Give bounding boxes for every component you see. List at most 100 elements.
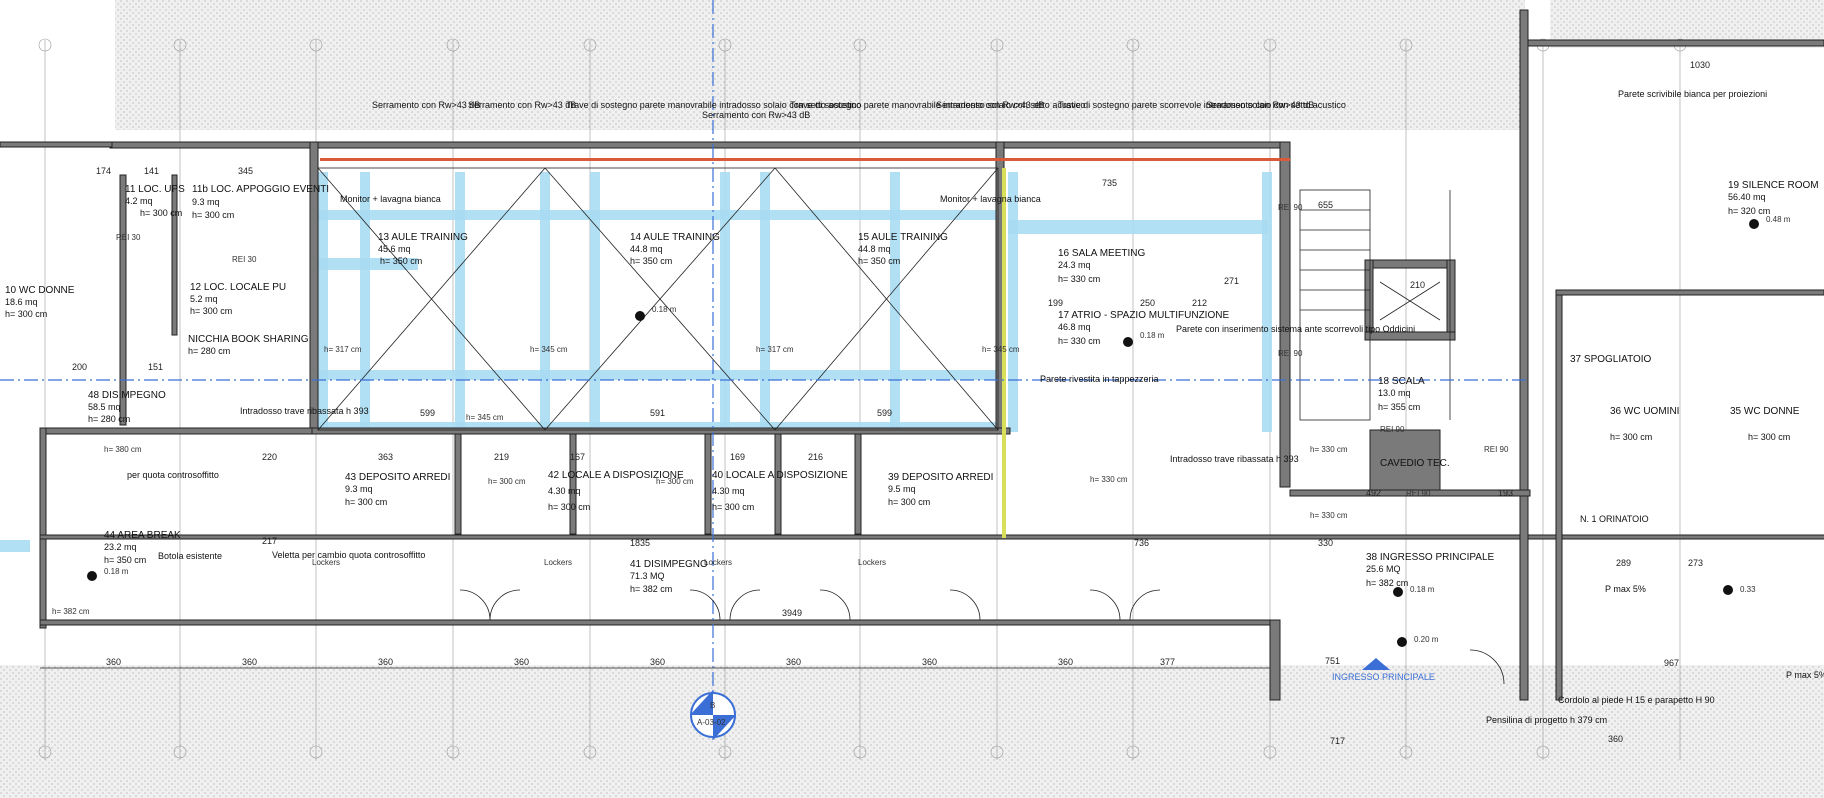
dimension-value: 217 xyxy=(262,536,277,546)
height-label: h= 330 cm xyxy=(1310,445,1348,454)
dimension-value: 360 xyxy=(650,657,665,667)
dimension-value: 1030 xyxy=(1690,60,1710,70)
note-p-max: P max 5% xyxy=(1605,584,1646,594)
note-cordolo: Cordolo al piede H 15 e parapetto H 90 xyxy=(1558,695,1715,705)
entrance-arrow-icon xyxy=(1362,658,1390,670)
room-name: 40 LOCALE A DISPOSIZIONE xyxy=(712,470,848,481)
room-name: N. 1 ORINATOIO xyxy=(1580,514,1649,524)
room-labels: 11 LOC. UPS 4.2 mq h= 300 cm 11b LOC. AP… xyxy=(5,180,1819,594)
fire-rating: REI 90 xyxy=(1406,489,1431,498)
room-height: h= 300 cm xyxy=(5,309,47,319)
room-name: 10 WC DONNE xyxy=(5,285,75,296)
stair xyxy=(1299,189,1451,421)
dimension-value: 377 xyxy=(1160,657,1175,667)
note-lockers: Lockers xyxy=(312,558,340,567)
room-area: 4.2 mq xyxy=(125,196,153,206)
dimension-value: 591 xyxy=(650,408,665,418)
dimension-value: 345 xyxy=(238,166,253,176)
room-height: h= 300 cm xyxy=(190,306,232,316)
room-height: h= 300 cm xyxy=(345,497,387,507)
dimension-value: 219 xyxy=(494,452,509,462)
room-area: 4.30 mq xyxy=(712,486,745,496)
dimension-value: 210 xyxy=(1410,280,1425,290)
room-height: h= 300 cm xyxy=(712,502,754,512)
dimension-value: 1835 xyxy=(630,538,650,548)
height-label: h= 300 cm xyxy=(656,477,694,486)
room-name: CAVEDIO TEC. xyxy=(1380,458,1450,469)
dimension-value: 193 xyxy=(1498,488,1513,498)
room-height: h= 350 cm xyxy=(104,555,146,565)
room-height: h= 300 cm xyxy=(1610,432,1652,442)
room-name: 35 WC DONNE xyxy=(1730,406,1800,417)
room-height: h= 330 cm xyxy=(1058,336,1100,346)
room-name: 18 SCALA xyxy=(1378,376,1425,387)
dimension-value: 360 xyxy=(242,657,257,667)
room-area: 58.5 mq xyxy=(88,402,121,412)
room-height: h= 300 cm xyxy=(888,497,930,507)
room-height: h= 330 cm xyxy=(1058,274,1100,284)
room-area: 18.6 mq xyxy=(5,297,38,307)
room-area: 44.8 mq xyxy=(858,244,891,254)
room-name: 41 DISIMPEGNO xyxy=(630,559,708,570)
room-height: h= 280 cm xyxy=(88,414,130,424)
note-parete-inserimento: Parete con inserimento sistema ante scor… xyxy=(1176,324,1415,334)
dimension-value: 599 xyxy=(877,408,892,418)
height-label: h= 345 cm xyxy=(530,345,568,354)
level-value: 0.18 m xyxy=(104,567,129,576)
room-height: h= 300 cm xyxy=(140,208,182,218)
dimension-value: 360 xyxy=(922,657,937,667)
note-lockers: Lockers xyxy=(544,558,572,567)
note-serramento: Serramento con Rw>43 dB xyxy=(702,110,810,120)
note-serramento: Serramento con Rw>43 dB xyxy=(468,100,576,110)
dimension-value: 360 xyxy=(106,657,121,667)
dimension-value: 330 xyxy=(1318,538,1333,548)
room-area: 56.40 mq xyxy=(1728,192,1766,202)
room-height: h= 382 cm xyxy=(1366,578,1408,588)
dimension-value: 360 xyxy=(378,657,393,667)
level-value: 0.18 m xyxy=(652,305,677,314)
level-value: 0.18 m xyxy=(1410,585,1435,594)
room-area: 71.3 MQ xyxy=(630,571,665,581)
dimension-value: 200 xyxy=(72,362,87,372)
room-height: h= 320 cm xyxy=(1728,206,1770,216)
dimensions: 360 360 360 360 360 360 360 360 377 599 … xyxy=(40,60,1710,746)
room-area: 45.6 mq xyxy=(378,244,411,254)
fire-rating: REI 90 xyxy=(1278,349,1303,358)
room-area: 24.3 mq xyxy=(1058,260,1091,270)
note-per-quota: per quota controsoffitto xyxy=(127,470,219,480)
note-monitor: Monitor + lavagna bianca xyxy=(940,194,1041,204)
fire-rating: REI 90 xyxy=(1380,425,1405,434)
height-label: h= 345 cm xyxy=(982,345,1020,354)
room-area: 5.2 mq xyxy=(190,294,218,304)
room-area: 44.8 mq xyxy=(630,244,663,254)
ac-ducts xyxy=(0,172,1272,552)
dimension-value: 492 xyxy=(1366,488,1381,498)
fire-rating: REI 90 xyxy=(1484,445,1509,454)
note-monitor: Monitor + lavagna bianca xyxy=(340,194,441,204)
room-name: 19 SILENCE ROOM xyxy=(1728,180,1819,191)
height-label: h= 330 cm xyxy=(1310,511,1348,520)
dimension-value: 216 xyxy=(808,452,823,462)
room-name: 37 SPOGLIATOIO xyxy=(1570,354,1652,365)
room-name: 38 INGRESSO PRINCIPALE xyxy=(1366,552,1495,563)
room-height: h= 350 cm xyxy=(630,256,672,266)
room-name: 16 SALA MEETING xyxy=(1058,248,1145,259)
note-p-max: P max 5% xyxy=(1786,670,1824,680)
room-area: 13.0 mq xyxy=(1378,388,1411,398)
level-value: 0.20 m xyxy=(1414,635,1439,644)
hatch-top-area xyxy=(115,0,1525,130)
room-height: h= 355 cm xyxy=(1378,402,1420,412)
room-height: h= 350 cm xyxy=(380,256,422,266)
heights: h= 317 cm h= 345 cm h= 317 cm h= 345 cm … xyxy=(52,345,1348,616)
height-label: h= 382 cm xyxy=(52,607,90,616)
room-height: h= 300 cm xyxy=(548,502,590,512)
dimension-value: 169 xyxy=(730,452,745,462)
room-area: 25.6 MQ xyxy=(1366,564,1401,574)
section-letter: B xyxy=(710,701,715,710)
height-label: h= 300 cm xyxy=(488,477,526,486)
dimension-value: 141 xyxy=(144,166,159,176)
dimension-value: 363 xyxy=(378,452,393,462)
dimension-value: 151 xyxy=(148,362,163,372)
dimension-value: 174 xyxy=(96,166,111,176)
note-serramento: Serramento con Rw>43 dB xyxy=(1206,100,1314,110)
